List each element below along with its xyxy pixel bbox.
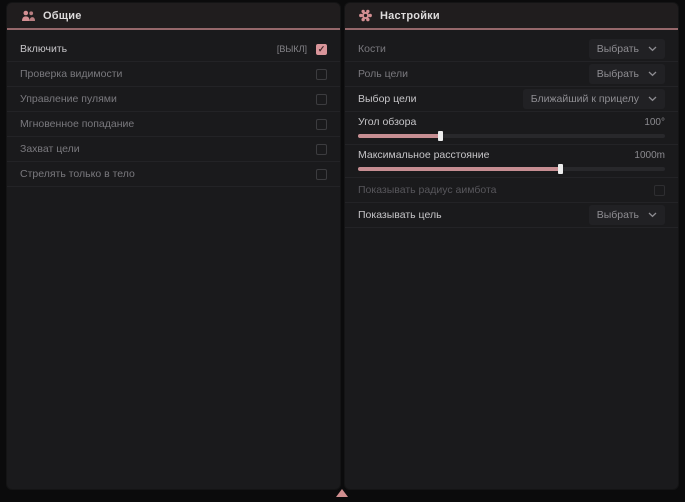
row-label: Включить: [20, 43, 277, 55]
dropdown-value: Выбрать: [597, 209, 639, 221]
general-panel: Общие Включить [ВЫКЛ] ✓ Проверка видимос…: [7, 3, 340, 489]
users-icon: [21, 10, 35, 22]
cursor-up-arrow: [336, 489, 348, 497]
dropdown-value: Выбрать: [597, 68, 639, 80]
bullet-control-checkbox[interactable]: [316, 94, 327, 105]
chevron-down-icon: [648, 71, 657, 77]
row-label: Мгновенное попадание: [20, 118, 316, 130]
settings-panel-body: Кости Выбрать Роль цели Выбрать Выбор це…: [345, 30, 678, 228]
dropdown-value: Ближайший к прицелу: [531, 93, 639, 105]
bones-dropdown[interactable]: Выбрать: [589, 39, 665, 59]
gear-icon: [359, 9, 372, 22]
row-label: Проверка видимости: [20, 68, 316, 80]
row-show-target: Показывать цель Выбрать: [345, 203, 678, 228]
row-bones: Кости Выбрать: [345, 37, 678, 62]
chevron-down-icon: [648, 212, 657, 218]
row-label: Кости: [358, 43, 589, 55]
row-target-role: Роль цели Выбрать: [345, 62, 678, 87]
fov-slider-fill: [358, 134, 441, 138]
row-label: Показывать цель: [358, 209, 589, 221]
chevron-down-icon: [648, 46, 657, 52]
row-label: Роль цели: [358, 68, 589, 80]
row-target-selection: Выбор цели Ближайший к прицелу: [345, 87, 678, 112]
panel-title: Настройки: [380, 10, 440, 22]
visibility-check-checkbox[interactable]: [316, 69, 327, 80]
show-target-dropdown[interactable]: Выбрать: [589, 205, 665, 225]
settings-panel-header: Настройки: [345, 3, 678, 30]
row-fov: Угол обзора 100°: [345, 112, 678, 145]
row-label: Захват цели: [20, 143, 316, 155]
enable-checkbox[interactable]: ✓: [316, 44, 327, 55]
row-body-only: Стрелять только в тело: [7, 162, 340, 187]
general-panel-header: Общие: [7, 3, 340, 30]
settings-panel: Настройки Кости Выбрать Роль цели Выбрат…: [345, 3, 678, 489]
row-enable: Включить [ВЫКЛ] ✓: [7, 37, 340, 62]
row-max-distance: Максимальное расстояние 1000m: [345, 145, 678, 178]
row-visibility-check: Проверка видимости: [7, 62, 340, 87]
target-role-dropdown[interactable]: Выбрать: [589, 64, 665, 84]
row-instant-hit: Мгновенное попадание: [7, 112, 340, 137]
dropdown-value: Выбрать: [597, 43, 639, 55]
max-distance-slider[interactable]: [358, 167, 665, 171]
fov-slider-handle[interactable]: [438, 131, 443, 141]
state-hint: [ВЫКЛ]: [277, 44, 307, 54]
row-label: Угол обзора: [358, 116, 416, 128]
target-selection-dropdown[interactable]: Ближайший к прицелу: [523, 89, 665, 109]
row-bullet-control: Управление пулями: [7, 87, 340, 112]
general-panel-body: Включить [ВЫКЛ] ✓ Проверка видимости Упр…: [7, 30, 340, 187]
instant-hit-checkbox[interactable]: [316, 119, 327, 130]
fov-value: 100°: [644, 117, 665, 128]
row-label: Показывать радиус аимбота: [358, 184, 654, 196]
max-distance-label-line: Максимальное расстояние 1000m: [358, 147, 665, 163]
row-show-aimbot-radius: Показывать радиус аимбота: [345, 178, 678, 203]
max-distance-slider-fill: [358, 167, 561, 171]
panel-title: Общие: [43, 10, 82, 22]
row-label: Стрелять только в тело: [20, 168, 316, 180]
row-label: Выбор цели: [358, 93, 523, 105]
body-only-checkbox[interactable]: [316, 169, 327, 180]
row-label: Максимальное расстояние: [358, 149, 489, 161]
fov-slider[interactable]: [358, 134, 665, 138]
fov-label-line: Угол обзора 100°: [358, 114, 665, 130]
row-label: Управление пулями: [20, 93, 316, 105]
max-distance-slider-handle[interactable]: [558, 164, 563, 174]
chevron-down-icon: [648, 96, 657, 102]
row-target-lock: Захват цели: [7, 137, 340, 162]
max-distance-value: 1000m: [634, 150, 665, 161]
show-aimbot-radius-checkbox[interactable]: [654, 185, 665, 196]
target-lock-checkbox[interactable]: [316, 144, 327, 155]
